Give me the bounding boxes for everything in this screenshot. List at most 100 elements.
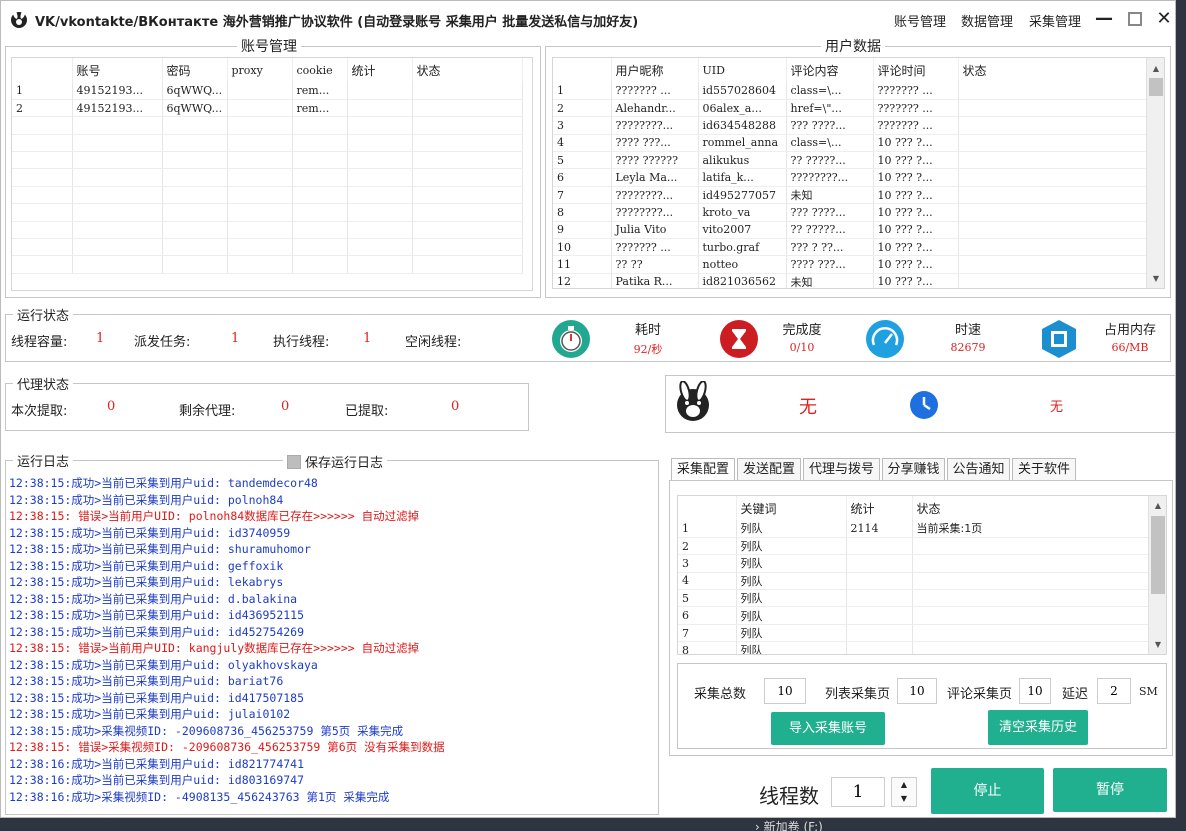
table-row[interactable]: 5???? ?????? alikukus?? ?????... 10 ??? ?.…: [553, 151, 1149, 170]
column-header-stats[interactable]: 统计: [347, 58, 413, 82]
proxy-fetched-value: 0: [107, 399, 116, 414]
table-row[interactable]: 3 列队: [678, 554, 1151, 573]
log-line: 12:38:15: 错误>当前用户UID: polnoh84数据库已存在>>>>…: [9, 509, 420, 523]
tab-announcement[interactable]: 公告通知: [947, 458, 1010, 480]
column-header[interactable]: [678, 496, 737, 520]
column-header-uid[interactable]: UID: [698, 58, 787, 82]
tab-share-earn[interactable]: 分享赚钱: [882, 458, 945, 480]
table-row[interactable]: 4???? ???... rommel_anna class=\... 10 ??? …: [553, 134, 1149, 153]
table-row[interactable]: 7 列队: [678, 624, 1151, 643]
close-icon[interactable]: ✕: [1151, 7, 1175, 31]
column-header-proxy[interactable]: proxy: [227, 58, 293, 82]
threads-stepper[interactable]: ▲ ▼: [891, 777, 917, 807]
column-header[interactable]: [553, 58, 612, 82]
main-window: VK/vkontakte/ВКонтакте 海外营销推广协议软件 (自动登录账…: [0, 0, 1176, 818]
table-row[interactable]: 2 Alehandr... 06alex_a... href=\"...???????…: [553, 99, 1149, 118]
user-table-scrollbar[interactable]: ▲ ▼: [1146, 58, 1164, 288]
proxy-extracted-value: 0: [451, 399, 460, 414]
table-row[interactable]: 6 列队: [678, 606, 1151, 625]
column-header-status[interactable]: 状态: [912, 496, 1151, 520]
proxy-extracted-label: 已提取:: [345, 404, 389, 419]
table-row: [12, 168, 523, 187]
pause-button[interactable]: 暂停: [1053, 768, 1167, 812]
table-row[interactable]: 1 列队 2114 当前采集:1页: [678, 520, 1151, 538]
table-row[interactable]: 1 49152193... 6qWWQ... rem...: [12, 82, 523, 100]
column-header-stats[interactable]: 统计: [846, 496, 913, 520]
scroll-down-icon[interactable]: ▼: [1149, 640, 1166, 649]
user-data-panel-title: 用户数据: [821, 36, 885, 56]
table-row[interactable]: 6 Leyla Ma... latifa_k...????????... 10 ???…: [553, 168, 1149, 187]
title-bar: VK/vkontakte/ВКонтакте 海外营销推广协议软件 (自动登录账…: [1, 1, 1175, 37]
column-header[interactable]: [12, 58, 73, 82]
table-row: [12, 203, 523, 222]
threads-input[interactable]: [831, 777, 885, 807]
checkbox-box[interactable]: [287, 454, 301, 469]
memory-chip-icon: [1042, 320, 1076, 358]
scroll-down-icon[interactable]: ▼: [1147, 274, 1164, 283]
log-line: 12:38:15:成功>当前已采集到用户uid: d.balakina: [9, 591, 298, 606]
column-header-password[interactable]: 密码: [162, 58, 228, 82]
rabbit-logo-icon: [677, 381, 709, 421]
column-header-comment[interactable]: 评论内容: [786, 58, 874, 82]
table-row[interactable]: 4 列队: [678, 572, 1151, 591]
menu-collect-manage[interactable]: 采集管理: [1029, 11, 1081, 30]
table-row[interactable]: 3????????... id634548288??? ????...??????…: [553, 116, 1149, 135]
menu-account-manage[interactable]: 账号管理: [894, 11, 946, 30]
info-right-value: 无: [1050, 400, 1064, 415]
table-row[interactable]: 5 列队: [678, 589, 1151, 608]
log-list[interactable]: 12:38:15:成功>当前已采集到用户uid: tandemdecor48 12…: [9, 475, 659, 805]
table-row[interactable]: 1??????? ... id557028604 class=\...???????…: [553, 82, 1149, 100]
column-header-status[interactable]: 状态: [958, 58, 1149, 82]
account-table[interactable]: 账号 密码 proxy cookie 统计 状态 1 49152193... 6qW…: [11, 57, 533, 291]
import-accounts-button[interactable]: 导入采集账号: [771, 712, 885, 745]
table-row[interactable]: 2 列队: [678, 537, 1151, 556]
table-row: [12, 238, 523, 257]
stepper-down-icon[interactable]: ▼: [892, 792, 916, 806]
stop-button[interactable]: 停止: [931, 768, 1044, 814]
scroll-up-icon[interactable]: ▲: [1149, 501, 1166, 510]
threads-label: 线程数: [759, 784, 819, 808]
list-pages-label: 列表采集页: [825, 687, 891, 702]
column-header-keyword[interactable]: 关键词: [736, 496, 847, 520]
scroll-up-icon[interactable]: ▲: [1147, 64, 1164, 73]
comment-pages-label: 评论采集页: [947, 687, 1013, 702]
table-row: [12, 221, 523, 240]
keyword-table-scrollbar[interactable]: ▲ ▼: [1148, 496, 1166, 654]
user-data-table[interactable]: 用户昵称 UID 评论内容 评论时间 状态 1??????? ... id5570…: [552, 57, 1165, 289]
maximize-icon[interactable]: [1122, 7, 1148, 31]
keyword-table[interactable]: 关键词 统计 状态 1 列队 2114 当前采集:1页 2 列队 3 列队 4 列队 5 列队 6 列队 7…: [677, 495, 1167, 655]
tab-collect-config[interactable]: 采集配置: [671, 458, 735, 481]
minimize-icon[interactable]: —: [1091, 7, 1117, 31]
tab-send-config[interactable]: 发送配置: [737, 458, 801, 480]
table-row: [12, 255, 523, 274]
tab-about[interactable]: 关于软件: [1012, 458, 1076, 480]
comment-pages-input[interactable]: [1019, 678, 1051, 704]
table-row[interactable]: 7????????... id495277057 未知 10 ??? ?...: [553, 186, 1149, 205]
scrollbar-thumb[interactable]: [1151, 516, 1165, 594]
total-input[interactable]: [764, 678, 806, 704]
column-header-comment-time[interactable]: 评论时间: [873, 58, 959, 82]
table-row[interactable]: 9 Julia Vito vito2007?? ?????... 10 ??? ?..…: [553, 221, 1149, 240]
tab-proxy-dial[interactable]: 代理与拨号: [803, 458, 880, 480]
list-pages-input[interactable]: [897, 678, 937, 704]
account-table-header: 账号 密码 proxy cookie 统计 状态: [12, 58, 523, 82]
column-header-status[interactable]: 状态: [412, 58, 523, 82]
menu-data-manage[interactable]: 数据管理: [961, 11, 1013, 30]
table-row[interactable]: 2 49152193... 6qWWQ... rem...: [12, 99, 523, 118]
info-left-value: 无: [799, 397, 817, 418]
table-row[interactable]: 11?? ?? notteo???? ???... 10 ??? ?...: [553, 255, 1149, 274]
speedometer-icon: [866, 320, 904, 358]
table-row[interactable]: 8????????... kroto_va??? ????... 10 ??? ?.…: [553, 203, 1149, 222]
table-row[interactable]: 12 Patika R... id821036562 未知 10 ??? ?...: [553, 273, 1149, 288]
column-header-nickname[interactable]: 用户昵称: [611, 58, 699, 82]
scrollbar-thumb[interactable]: [1149, 78, 1163, 96]
table-row[interactable]: 8 列队: [678, 641, 1151, 654]
save-log-checkbox[interactable]: 保存运行日志: [283, 452, 388, 471]
table-row[interactable]: 10??????? ... turbo.graf??? ? ??... 10 ???…: [553, 238, 1149, 257]
background-drive-label: › 新加卷 (F:): [755, 818, 823, 831]
stepper-up-icon[interactable]: ▲: [892, 778, 916, 792]
clear-history-button[interactable]: 清空采集历史: [988, 710, 1088, 745]
column-header-cookie[interactable]: cookie: [292, 58, 348, 82]
delay-input[interactable]: [1097, 678, 1131, 704]
column-header-account[interactable]: 账号: [72, 58, 163, 82]
